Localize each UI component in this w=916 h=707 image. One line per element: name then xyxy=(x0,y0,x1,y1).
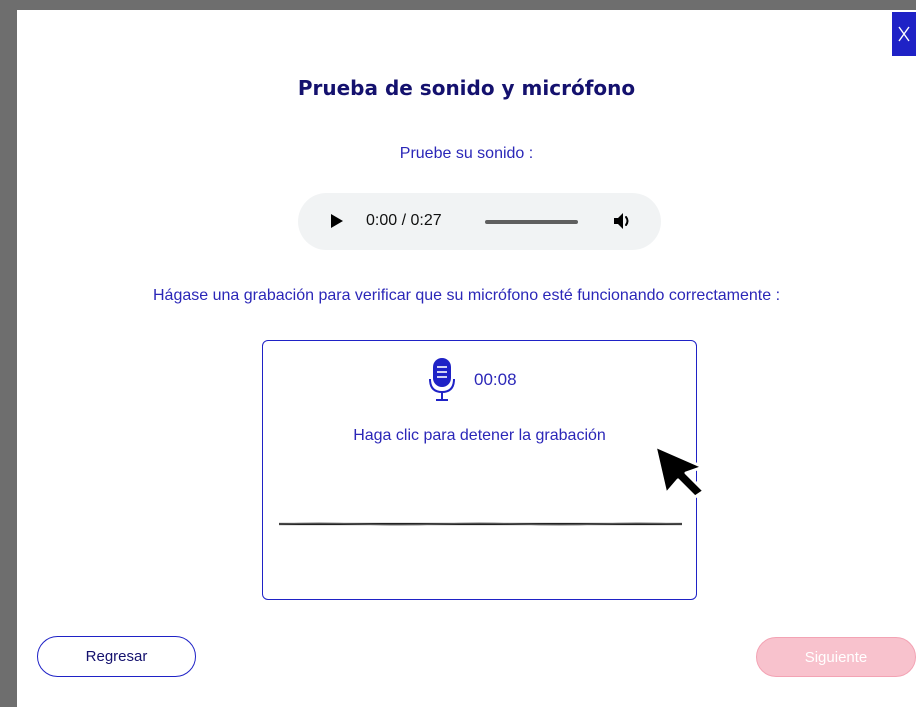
audio-waveform xyxy=(279,522,682,526)
dialog-title: Prueba de sonido y micrófono xyxy=(297,76,636,100)
microphone-icon xyxy=(429,358,455,401)
next-button[interactable]: Siguiente xyxy=(756,637,916,677)
sound-mic-test-dialog: Prueba de sonido y micrófono Pruebe su s… xyxy=(17,10,916,707)
back-button[interactable]: Regresar xyxy=(37,636,196,677)
mic-test-instruction: Hágase una grabación para verificar que … xyxy=(152,287,781,304)
progress-slider[interactable] xyxy=(485,220,578,224)
recording-timer: 00:08 xyxy=(474,370,517,389)
volume-button[interactable] xyxy=(612,211,634,236)
volume-icon xyxy=(614,213,629,229)
stop-recording-text[interactable]: Haga clic para detener la grabación xyxy=(263,427,696,445)
player-time: 0:00 / 0:27 xyxy=(366,212,442,229)
play-button[interactable] xyxy=(330,213,344,234)
play-icon xyxy=(331,214,343,228)
close-button[interactable] xyxy=(892,12,916,56)
close-icon xyxy=(898,26,910,42)
recording-box[interactable]: 00:08 Haga clic para detener la grabació… xyxy=(262,340,697,600)
sound-test-label: Pruebe su sonido : xyxy=(399,145,534,162)
audio-player: 0:00 / 0:27 xyxy=(298,193,661,250)
